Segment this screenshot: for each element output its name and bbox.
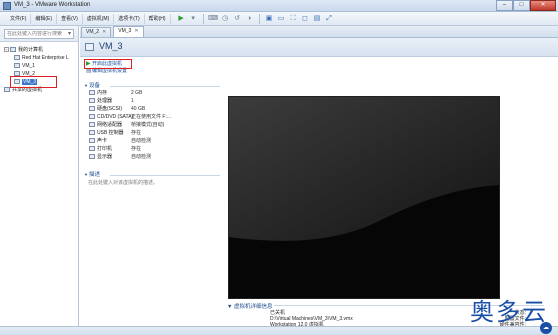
vm-icon [85,43,94,51]
minimize-button[interactable]: – [496,0,513,11]
device-row-sound[interactable]: 声卡 自动检测 [89,138,226,145]
search-field[interactable] [7,31,65,37]
vm-summary-column: ▶开启此虚拟机 ▤编辑虚拟机设置 ▼设备 内存 2 GB 处理器 1 硬盘(SCSI… [80,57,226,326]
vm-name-title: VM_3 [99,41,123,51]
toolbar-divider [202,13,204,24]
menu-edit[interactable]: 编辑(E) [31,13,58,24]
tab-vm3[interactable]: VM_3 ✕ [113,26,144,37]
tab-vm2[interactable]: VM_2 ✕ [81,27,112,37]
vm-screen-thumbnail[interactable] [228,96,500,299]
sound-icon [89,138,95,144]
tab-strip: VM_2 ✕ VM_3 ✕ [80,26,558,38]
device-row-display[interactable]: 显示器 自动检测 [89,154,226,161]
edit-vm-settings-link[interactable]: ▤编辑虚拟机设置 [86,68,127,75]
toolbar-divider [258,13,260,24]
description-placeholder[interactable]: 在此处键入对该虚拟机的描述。 [88,179,158,186]
power-dropdown-icon[interactable]: ▾ [189,14,198,23]
device-row-cdrom[interactable]: CD/DVD (SATA) 正在使用文件 F:... [89,114,226,121]
section-divider [110,175,220,176]
device-row-cpu[interactable]: 处理器 1 [89,98,226,105]
maximize-button[interactable]: □ [513,0,530,11]
description-section-header[interactable]: ▼描述 [84,171,100,179]
snapshot-icon[interactable]: ◷ [221,14,230,23]
title-bar: VM_3 - VMware Workstation – □ ✕ [0,0,558,12]
search-dropdown-icon[interactable]: ▾ [68,30,71,38]
menu-bar: 文件(F) 编辑(E) 查看(V) 虚拟机(M) 选项卡(T) 帮助(H) ▶ … [0,12,558,26]
close-tab-icon[interactable]: ✕ [102,29,106,35]
section-divider [110,86,220,87]
device-row-printer[interactable]: 打印机 存在 [89,146,226,153]
usb-icon [89,130,95,136]
details-section-header[interactable]: ▼ 虚拟机详细信息 [227,302,273,310]
thumbnail-bar-icon[interactable]: ▭ [277,14,286,23]
library-search-input[interactable]: ▾ [4,29,74,39]
network-icon [89,122,95,128]
vm-header: VM_3 [80,38,558,57]
vm-preview-area: ▼ 虚拟机详细信息 状态: 已关机 配置文件: D:\Virtual Machine… [226,57,558,328]
full-screen-icon[interactable]: ⛶ [289,14,298,23]
collapse-icon[interactable]: − [4,47,9,53]
vmware-app-icon [3,2,11,10]
menu-tabs[interactable]: 选项卡(T) [114,13,145,24]
menu-view[interactable]: 查看(V) [57,13,83,24]
screen-shading [229,97,499,298]
unity-icon[interactable]: ◻ [301,14,310,23]
vm-icon [14,63,20,69]
close-tab-icon[interactable]: ✕ [134,28,138,34]
menu-vm[interactable]: 虚拟机(M) [83,13,115,24]
cdrom-icon [89,114,95,120]
printer-icon [89,146,95,152]
menu-help[interactable]: 帮助(H) [145,13,171,24]
devices-section-header[interactable]: ▼设备 [84,82,100,90]
memory-icon [89,90,95,96]
computer-icon [10,47,16,53]
device-row-hdd[interactable]: 硬盘(SCSI) 40 GB [89,106,226,113]
window-title: VM_3 - VMware Workstation [14,2,91,8]
device-row-memory[interactable]: 内存 2 GB [89,90,226,97]
tree-item-vm1[interactable]: VM_1 [0,62,79,70]
tab-label: VM_3 [118,28,132,34]
display-icon [89,154,95,160]
hdd-icon [89,106,95,112]
status-bar [0,326,558,335]
watermark-badge-icon: ☁ [540,322,552,334]
highlight-box-vm3 [10,76,57,88]
console-view-icon[interactable]: ▤ [313,14,322,23]
cpu-icon [89,98,95,104]
send-ctrl-alt-del-icon[interactable]: ⌨ [208,14,218,23]
device-row-network[interactable]: 网络适配器 桥接模式(自动) [89,122,226,129]
stretch-guest-icon[interactable]: ⤢ [325,14,334,23]
library-sidebar: ▾ −我的计算机 Red Hat Enterprise L VM_1 VM_2 … [0,26,79,326]
watermark-logo-text: 奥多云 [470,298,548,326]
power-on-icon[interactable]: ▶ [177,14,186,23]
snapshot-manager-icon[interactable]: ◑ [245,14,254,23]
show-library-icon[interactable]: ▣ [265,14,274,23]
menu-file[interactable]: 文件(F) [6,13,32,24]
revert-snapshot-icon[interactable]: ↺ [233,14,242,23]
close-button[interactable]: ✕ [530,0,556,11]
tab-label: VM_2 [86,29,100,35]
highlight-box-power-on [84,59,132,69]
vm-icon [14,55,20,61]
device-row-usb[interactable]: USB 控制器 存在 [89,130,226,137]
main-panel: VM_2 ✕ VM_3 ✕ VM_3 ▶开启此虚拟机 ▤编辑虚拟机设置 ▼设备 内存… [80,26,558,328]
tree-item-redhat[interactable]: Red Hat Enterprise L [0,54,79,62]
tree-item-my-computer[interactable]: − 我的计算机 [0,46,79,54]
toolbar: ▶ ▾ ⌨ ◷ ↺ ◑ ▣ ▭ ⛶ ◻ ▤ ⤢ [177,13,334,24]
